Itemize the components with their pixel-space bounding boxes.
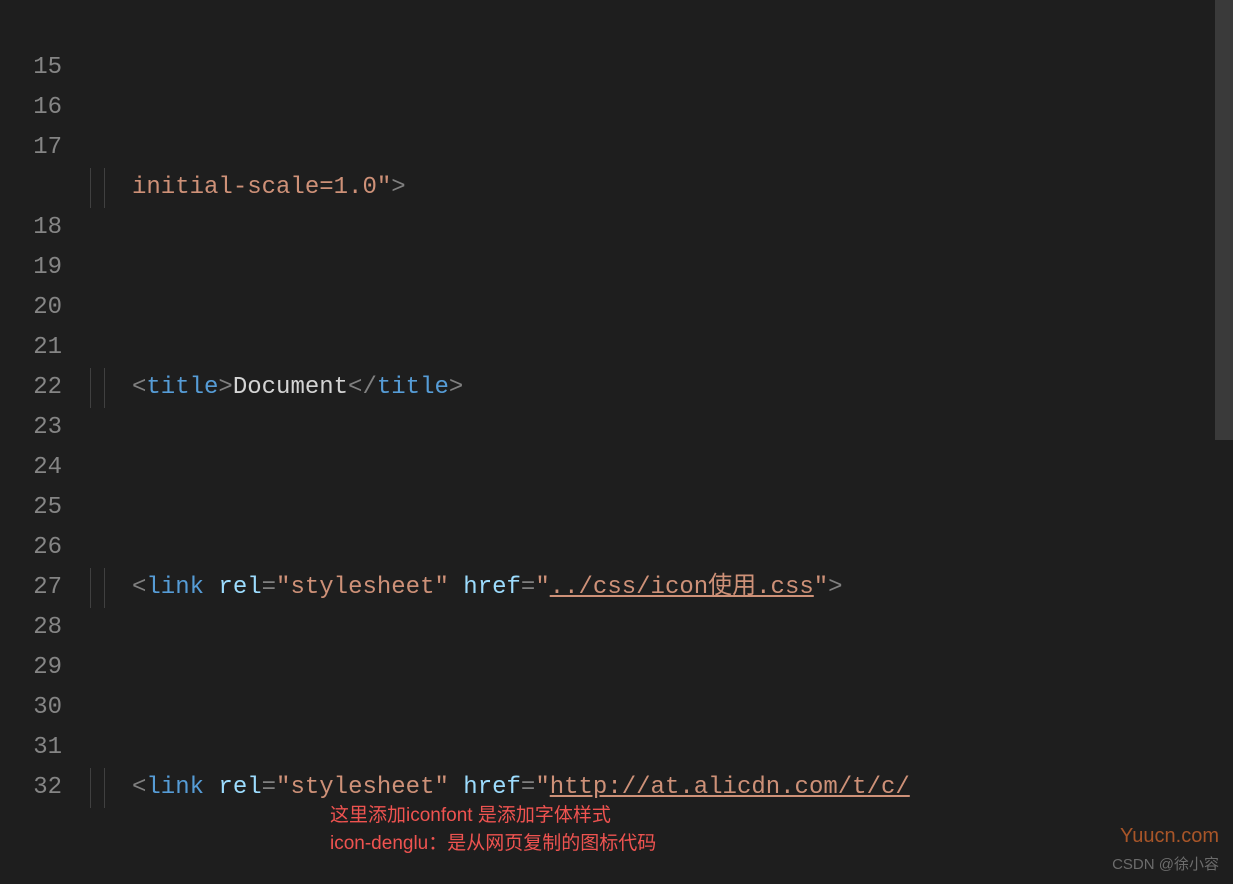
line-number: 21 [0,328,62,368]
line-number: 20 [0,288,62,328]
line-number: 26 [0,528,62,568]
line-number: 19 [0,248,62,288]
line-number: 25 [0,488,62,528]
line-number: 29 [0,648,62,688]
code-editor[interactable]: 15 16 17 18 19 20 21 22 23 24 25 26 27 2… [0,0,1233,884]
line-number: 30 [0,688,62,728]
line-number: 24 [0,448,62,488]
line-number: 27 [0,568,62,608]
annotation-text: icon-denglu：是从网页复制的图标代码 [330,830,656,858]
code-line[interactable]: initial-scale=1.0"> [90,168,1233,208]
line-number: 22 [0,368,62,408]
line-number: 17 [0,128,62,168]
line-number: 16 [0,88,62,128]
scrollbar-thumb[interactable] [1215,0,1233,440]
code-area[interactable]: initial-scale=1.0"> <title>Document</tit… [90,0,1233,884]
line-number: 23 [0,408,62,448]
line-number: 31 [0,728,62,768]
annotation-text: 这里添加iconfont 是添加字体样式 [330,802,611,830]
minimap[interactable] [1187,0,1215,884]
line-number: 18 [0,208,62,248]
line-number: 32 [0,768,62,808]
code-line[interactable]: <link rel="stylesheet" href="http://at.a… [90,768,1233,808]
watermark-csdn: CSDN @徐小容 [1112,853,1219,874]
watermark-yuucn: Yuucn.com [1120,825,1219,848]
line-number-gutter: 15 16 17 18 19 20 21 22 23 24 25 26 27 2… [0,0,90,884]
scrollbar-track[interactable] [1215,0,1233,884]
code-line[interactable]: <title>Document</title> [90,368,1233,408]
code-line[interactable]: <link rel="stylesheet" href="../css/icon… [90,568,1233,608]
line-number: 15 [0,48,62,88]
line-number: 28 [0,608,62,648]
